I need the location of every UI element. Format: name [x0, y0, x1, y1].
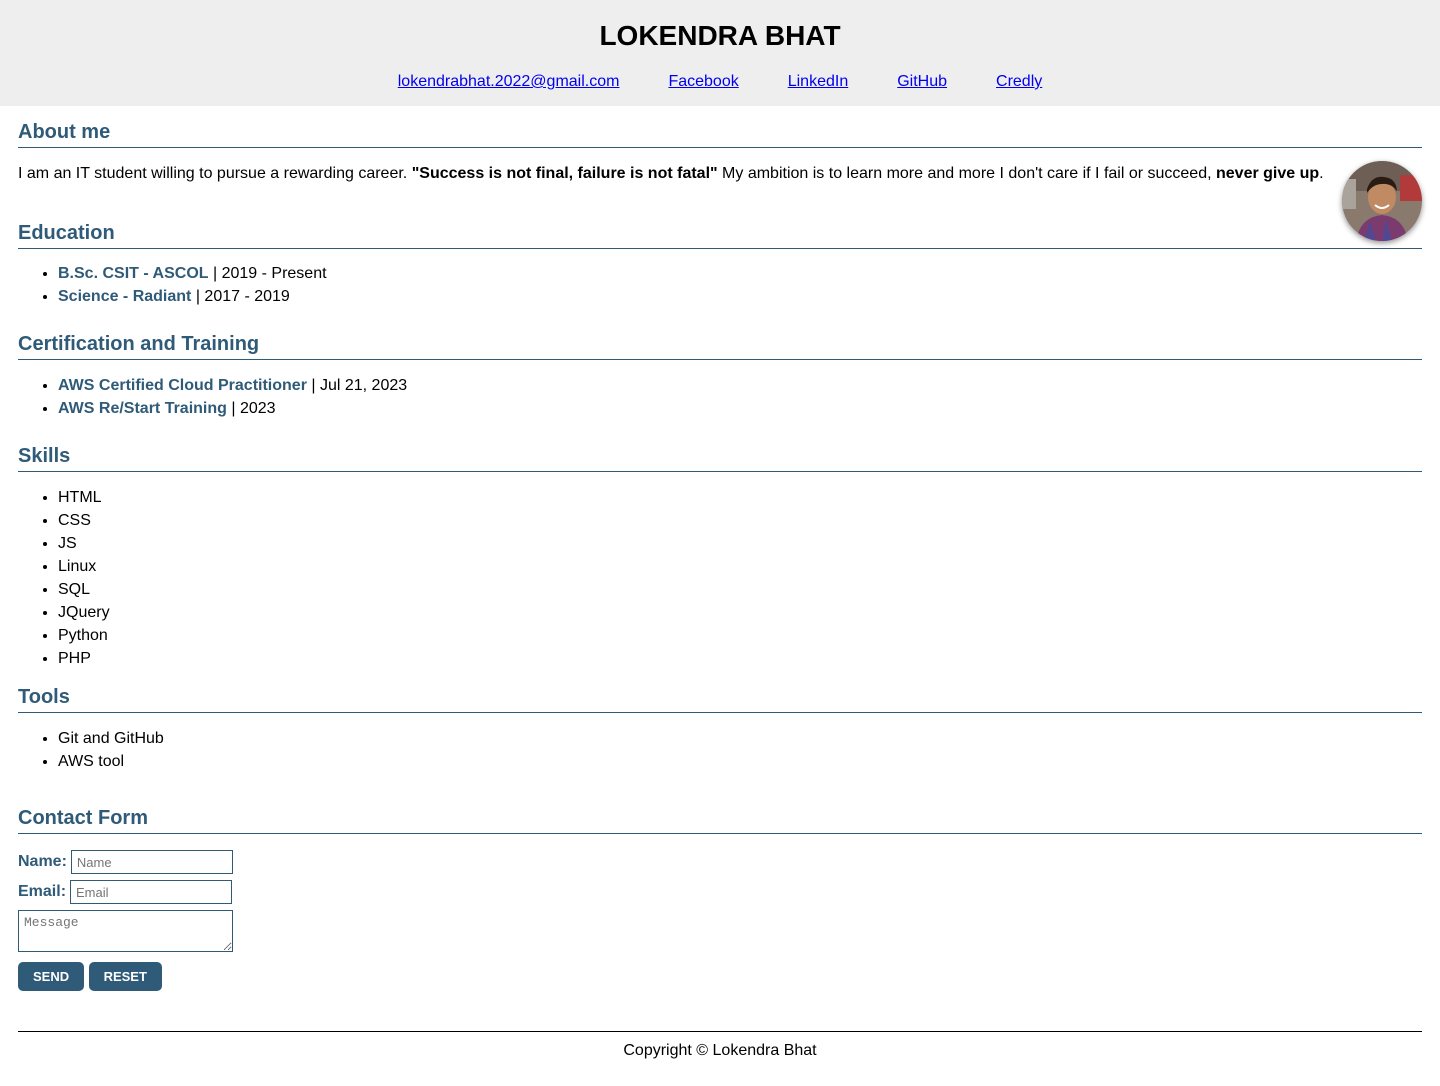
- list-item: Science - Radiant | 2017 - 2019: [58, 285, 1422, 308]
- form-buttons: Send Reset: [18, 962, 1422, 991]
- facebook-link[interactable]: Facebook: [668, 72, 738, 92]
- about-section: About me I am an IT student willing to p…: [18, 120, 1422, 186]
- education-name: B.Sc. CSIT - ASCOL: [58, 265, 209, 282]
- contact-section: Contact Form Name: Email: Send Reset: [18, 806, 1422, 991]
- skills-list: HTML CSS JS Linux SQL JQuery Python PHP: [18, 486, 1422, 670]
- certification-section: Certification and Training AWS Certified…: [18, 332, 1422, 420]
- about-text-part: My ambition is to learn more and more I …: [717, 165, 1216, 182]
- tools-list: Git and GitHub AWS tool: [18, 727, 1422, 773]
- page-footer: Copyright © Lokendra Bhat: [18, 1031, 1422, 1060]
- skill-item: JQuery: [58, 601, 1422, 624]
- education-meta: | 2017 - 2019: [191, 288, 290, 305]
- reset-button[interactable]: Reset: [88, 962, 162, 991]
- tool-item: Git and GitHub: [58, 727, 1422, 750]
- list-item: AWS Certified Cloud Practitioner | Jul 2…: [58, 374, 1422, 397]
- skills-section: Skills HTML CSS JS Linux SQL JQuery Pyth…: [18, 444, 1422, 670]
- certification-meta: | 2023: [226, 400, 276, 417]
- tools-heading: Tools: [18, 685, 1422, 713]
- certification-name: AWS Re/Start Training: [58, 400, 227, 417]
- education-section: Education B.Sc. CSIT - ASCOL | 2019 - Pr…: [18, 221, 1422, 308]
- name-row: Name:: [18, 850, 1422, 874]
- education-heading: Education: [18, 221, 1422, 249]
- certification-heading: Certification and Training: [18, 332, 1422, 360]
- skill-item: PHP: [58, 647, 1422, 670]
- skill-item: SQL: [58, 578, 1422, 601]
- email-row: Email:: [18, 880, 1422, 904]
- certification-list: AWS Certified Cloud Practitioner | Jul 2…: [18, 374, 1422, 420]
- email-link[interactable]: lokendrabhat.2022@gmail.com: [398, 72, 620, 92]
- tool-item: AWS tool: [58, 750, 1422, 773]
- profile-avatar: [1342, 161, 1422, 241]
- skill-item: HTML: [58, 486, 1422, 509]
- copyright-text: Copyright © Lokendra Bhat: [623, 1042, 817, 1059]
- list-item: AWS Re/Start Training | 2023: [58, 397, 1422, 420]
- send-button[interactable]: Send: [18, 962, 85, 991]
- certification-meta: | Jul 21, 2023: [306, 377, 408, 394]
- email-input[interactable]: [70, 880, 233, 904]
- github-link[interactable]: GitHub: [897, 72, 947, 92]
- certification-name: AWS Certified Cloud Practitioner: [58, 377, 307, 394]
- skill-item: Linux: [58, 555, 1422, 578]
- education-name: Science - Radiant: [58, 288, 192, 305]
- about-text-part: I am an IT student willing to pursue a r…: [18, 165, 412, 182]
- skills-heading: Skills: [18, 444, 1422, 472]
- about-text: I am an IT student willing to pursue a r…: [18, 162, 1422, 186]
- header-links: lokendrabhat.2022@gmail.com Facebook Lin…: [0, 72, 1440, 92]
- education-meta: | 2019 - Present: [208, 265, 327, 282]
- list-item: B.Sc. CSIT - ASCOL | 2019 - Present: [58, 262, 1422, 285]
- name-label: Name:: [18, 853, 67, 870]
- page-title: LOKENDRA BHAT: [599, 20, 841, 51]
- about-emphasis: never give up: [1216, 165, 1320, 182]
- email-label: Email:: [18, 883, 67, 900]
- profile-photo-icon: [1342, 161, 1422, 241]
- message-textarea[interactable]: [18, 910, 233, 952]
- skill-item: CSS: [58, 509, 1422, 532]
- education-list: B.Sc. CSIT - ASCOL | 2019 - Present Scie…: [18, 262, 1422, 308]
- contact-form: Name: Email: Send Reset: [18, 850, 1422, 991]
- name-input[interactable]: [70, 850, 233, 874]
- about-heading: About me: [18, 120, 1422, 148]
- page-header: LOKENDRA BHAT lokendrabhat.2022@gmail.co…: [0, 0, 1440, 106]
- contact-heading: Contact Form: [18, 806, 1422, 834]
- about-text-part: .: [1319, 165, 1324, 182]
- about-quote: "Success is not final, failure is not fa…: [411, 165, 718, 182]
- skill-item: Python: [58, 624, 1422, 647]
- credly-link[interactable]: Credly: [996, 72, 1042, 92]
- skill-item: JS: [58, 532, 1422, 555]
- tools-section: Tools Git and GitHub AWS tool: [18, 685, 1422, 773]
- linkedin-link[interactable]: LinkedIn: [788, 72, 849, 92]
